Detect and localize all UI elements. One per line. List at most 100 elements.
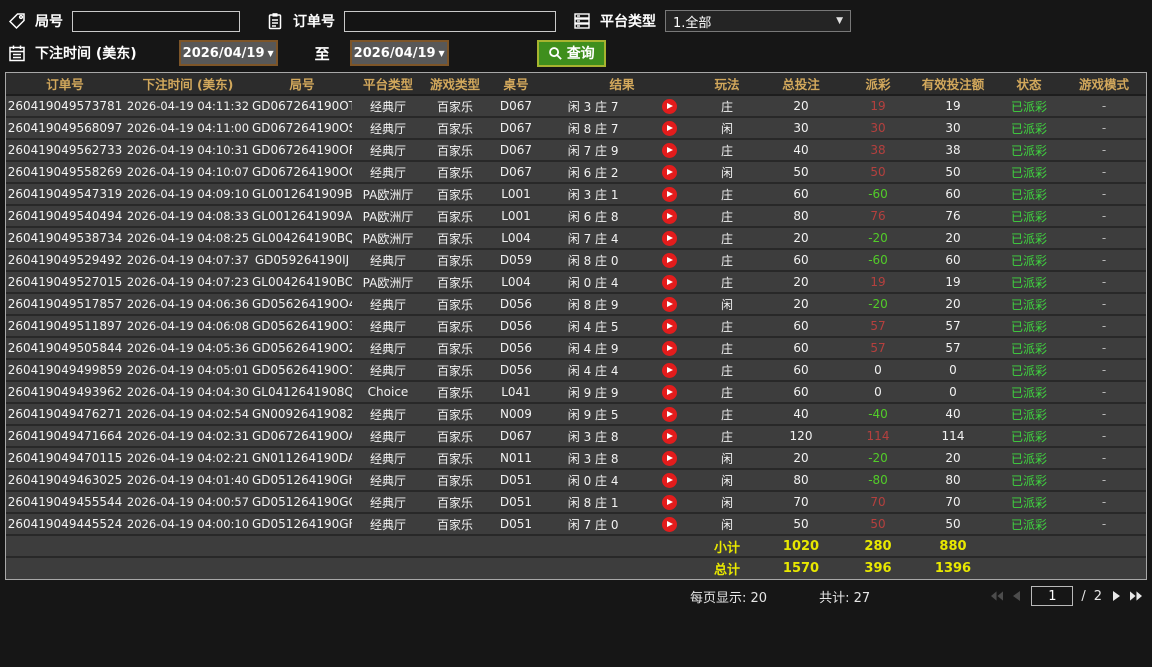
summary-payout: 396 (864, 561, 892, 576)
total-count-label: 共计: 27 (819, 590, 871, 606)
play-icon[interactable] (661, 384, 677, 400)
column-header-total-bet: 总投注 (756, 73, 846, 96)
order-id-cell: 260419049568097 (6, 117, 124, 140)
next-page-icon[interactable] (1110, 590, 1122, 602)
play-icon[interactable] (661, 450, 677, 466)
play-icon[interactable] (661, 406, 677, 422)
last-page-icon[interactable] (1130, 590, 1142, 602)
game-mode-cell: - (1062, 359, 1146, 382)
play-icon[interactable] (661, 230, 677, 246)
valid-bet-cell: 50 (910, 513, 996, 536)
play-icon[interactable] (661, 164, 677, 180)
column-header-status: 状态 (996, 73, 1062, 96)
bet-time-cell: 2026-04-19 04:07:23 (124, 271, 252, 294)
table-body: 260419049573781 2026-04-19 04:11:32 GD0672… (6, 95, 1146, 579)
round-id-cell: GD056264190O2 (252, 337, 352, 360)
game-mode-cell: - (1062, 95, 1146, 118)
play-icon[interactable] (661, 274, 677, 290)
game-type-cell: 百家乐 (424, 337, 486, 360)
chevron-down-icon: ▼ (267, 48, 274, 58)
result-text: 闲 3 庄 1 (567, 187, 619, 202)
result-cell: 闲 4 庄 5 (546, 315, 698, 338)
result-cell: 闲 0 庄 4 (546, 271, 698, 294)
order-id-input[interactable] (344, 10, 556, 32)
play-icon[interactable] (661, 296, 677, 312)
play-icon[interactable] (661, 252, 677, 268)
clipboard-icon (266, 11, 288, 31)
round-id-cell: GL0012641909A (252, 205, 352, 228)
round-id-label: 局号 (35, 14, 63, 30)
search-button[interactable]: 查询 (536, 39, 606, 67)
platform-cell: 经典厅 (352, 249, 424, 272)
play-icon[interactable] (661, 472, 677, 488)
order-id-cell: 260419049562733 (6, 139, 124, 162)
payout-cell: 70 (846, 491, 910, 514)
table-row: 260419049517857 2026-04-19 04:06:36 GD0562… (6, 293, 1146, 316)
result-text: 闲 8 庄 7 (567, 121, 619, 136)
total-bet-cell: 120 (756, 425, 846, 448)
pager: / 2 (991, 586, 1142, 606)
valid-bet-cell: 0 (910, 359, 996, 382)
date-to-picker[interactable]: 2026/04/19 ▼ (349, 40, 449, 66)
order-id-cell: 260419049538734 (6, 227, 124, 250)
page-input[interactable] (1031, 586, 1074, 606)
play-icon[interactable] (661, 186, 677, 202)
magnifier-icon (548, 46, 563, 61)
to-label: 至 (314, 44, 330, 63)
play-icon[interactable] (661, 142, 677, 158)
payout-cell: -80 (846, 469, 910, 492)
result-cell: 闲 7 庄 0 (546, 513, 698, 536)
summary-spacer (6, 535, 698, 558)
first-page-icon[interactable] (991, 590, 1004, 602)
status-cell: 已派彩 (996, 359, 1062, 382)
order-id-cell: 260419049499859 (6, 359, 124, 382)
platform-cell: 经典厅 (352, 139, 424, 162)
payout-cell: -20 (846, 227, 910, 250)
summary-valid-bet: 1396 (934, 561, 972, 576)
date-from-picker[interactable]: 2026/04/19 ▼ (178, 40, 278, 66)
table-no-cell: D056 (486, 337, 546, 360)
platform-cell: 经典厅 (352, 469, 424, 492)
payout-cell: 0 (846, 359, 910, 382)
bet-time-cell: 2026-04-19 04:10:31 (124, 139, 252, 162)
game-mode-cell: - (1062, 381, 1146, 404)
play-icon[interactable] (661, 120, 677, 136)
round-id-cell: GN011264190DA (252, 447, 352, 470)
game-type-cell: 百家乐 (424, 161, 486, 184)
game-type-cell: 百家乐 (424, 381, 486, 404)
result-cell: 闲 8 庄 9 (546, 293, 698, 316)
table-no-cell: D056 (486, 315, 546, 338)
round-id-cell: GD067264190OA (252, 425, 352, 448)
platform-cell: 经典厅 (352, 337, 424, 360)
bet-time-cell: 2026-04-19 04:05:01 (124, 359, 252, 382)
play-icon[interactable] (661, 208, 677, 224)
play-icon[interactable] (661, 494, 677, 510)
payout-cell: 57 (846, 337, 910, 360)
play-type-cell: 庄 (698, 95, 756, 118)
play-icon[interactable] (661, 516, 677, 532)
play-icon[interactable] (661, 428, 677, 444)
result-text: 闲 4 庄 4 (567, 363, 619, 378)
play-type-cell: 庄 (698, 381, 756, 404)
order-id-label: 订单号 (293, 14, 335, 30)
prev-page-icon[interactable] (1011, 590, 1023, 602)
play-icon[interactable] (661, 318, 677, 334)
total-bet-cell: 60 (756, 359, 846, 382)
total-bet-cell: 20 (756, 227, 846, 250)
table-no-cell: D067 (486, 117, 546, 140)
order-id-cell: 260419049547319 (6, 183, 124, 206)
result-cell: 闲 6 庄 2 (546, 161, 698, 184)
result-text: 闲 8 庄 1 (567, 495, 619, 510)
play-icon[interactable] (661, 340, 677, 356)
payout-cell: 30 (846, 117, 910, 140)
play-icon[interactable] (661, 362, 677, 378)
table-no-cell: N011 (486, 447, 546, 470)
platform-cell: 经典厅 (352, 447, 424, 470)
payout-cell: 0 (846, 381, 910, 404)
round-id-input[interactable] (72, 10, 240, 32)
platform-cell: 经典厅 (352, 161, 424, 184)
play-icon[interactable] (661, 98, 677, 114)
table-no-cell: D056 (486, 359, 546, 382)
calendar-icon (8, 43, 30, 63)
platform-type-select[interactable]: 1.全部 ▼ (665, 10, 851, 32)
